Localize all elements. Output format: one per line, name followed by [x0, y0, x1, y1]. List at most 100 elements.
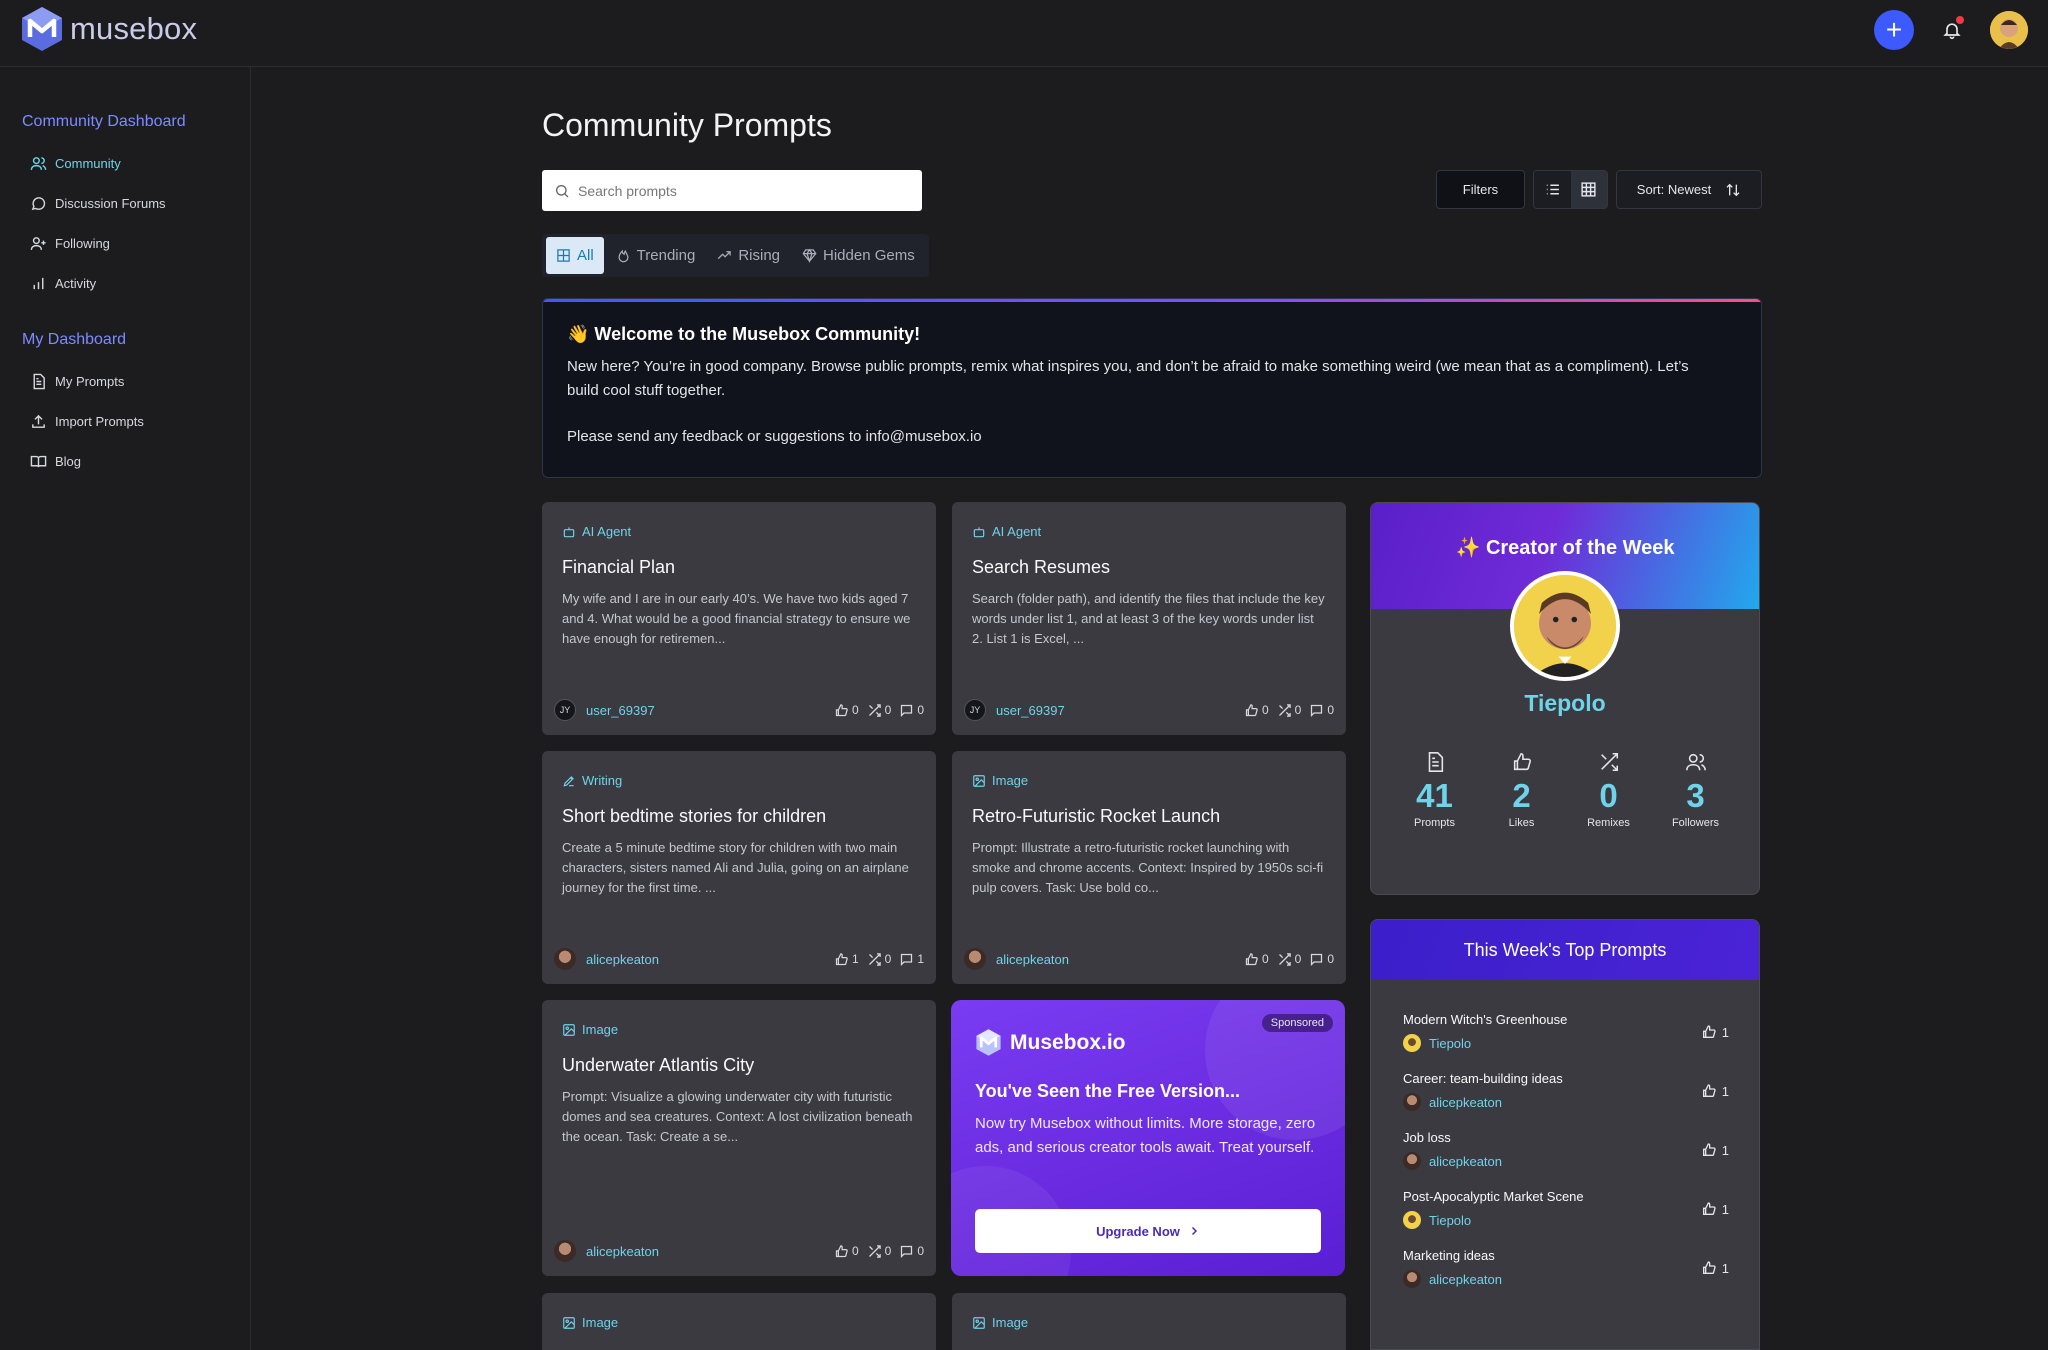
author-avatar: [964, 948, 986, 970]
creator-name[interactable]: Tiepolo: [1371, 690, 1759, 717]
creator-avatar-image: [1514, 575, 1616, 677]
sidebar: Community Dashboard Community Discussion…: [0, 67, 251, 1350]
author-name[interactable]: alicepkeaton: [586, 1244, 826, 1259]
sidebar-item-activity[interactable]: Activity: [0, 263, 250, 303]
card-title[interactable]: Retro-Futuristic Rocket Launch: [972, 806, 1220, 827]
top-prompt-author[interactable]: alicepkeaton: [1403, 1093, 1729, 1111]
comment-count[interactable]: 0: [899, 1244, 924, 1259]
creator-avatar[interactable]: [1510, 571, 1620, 681]
prompt-card[interactable]: Image Retro-Futuristic Rocket Launch Pro…: [952, 751, 1346, 984]
card-category-label: Image: [992, 1315, 1029, 1330]
thumbs-up-icon: [1245, 952, 1258, 965]
like-count[interactable]: 0: [1244, 703, 1269, 718]
like-count[interactable]: 0: [1244, 952, 1269, 967]
comment-count[interactable]: 0: [1309, 703, 1334, 718]
stat-value: 2: [1512, 777, 1531, 814]
creator-stat-likes: 2 Likes: [1482, 751, 1562, 829]
prompt-card[interactable]: Image: [952, 1293, 1346, 1350]
like-count[interactable]: 1: [834, 952, 859, 967]
top-prompt-likes: 1: [1701, 1260, 1729, 1276]
card-category: Image: [562, 1022, 618, 1037]
prompt-card[interactable]: Image Underwater Atlantis City Prompt: V…: [542, 1000, 936, 1276]
card-title[interactable]: Underwater Atlantis City: [562, 1055, 754, 1076]
notifications-button[interactable]: [1936, 14, 1968, 46]
top-prompt-item[interactable]: Career: team-building ideas alicepkeaton…: [1403, 1071, 1729, 1117]
bar-chart-icon: [33, 277, 44, 289]
app-logo[interactable]: musebox: [20, 4, 197, 54]
author-name[interactable]: alicepkeaton: [586, 952, 826, 967]
remix-count[interactable]: 0: [867, 1244, 891, 1259]
top-prompt-item[interactable]: Post-Apocalyptic Market Scene Tiepolo 1: [1403, 1189, 1729, 1235]
tab-all[interactable]: All: [546, 237, 604, 274]
tab-trending[interactable]: Trending: [606, 237, 706, 274]
sort-button[interactable]: Sort: Newest: [1616, 170, 1762, 209]
prompt-card[interactable]: AI Agent Search Resumes Search (folder p…: [952, 502, 1346, 735]
search-input[interactable]: [578, 182, 878, 199]
tab-hidden-gems[interactable]: Hidden Gems: [792, 237, 925, 274]
sidebar-item-blog[interactable]: Blog: [0, 441, 250, 481]
sidebar-item-my-prompts[interactable]: My Prompts: [0, 361, 250, 401]
sidebar-item-discussion-forums[interactable]: Discussion Forums: [0, 183, 250, 223]
card-title[interactable]: Short bedtime stories for children: [562, 806, 826, 827]
remix-count[interactable]: 0: [1277, 952, 1301, 967]
tab-rising[interactable]: Rising: [707, 237, 790, 274]
card-title[interactable]: Search Resumes: [972, 557, 1110, 578]
sidebar-item-import-prompts[interactable]: Import Prompts: [0, 401, 250, 441]
top-prompt-title[interactable]: Post-Apocalyptic Market Scene: [1403, 1189, 1729, 1204]
thumbs-up-icon: [1702, 1143, 1716, 1156]
grid-view-button[interactable]: [1570, 171, 1607, 208]
remix-count[interactable]: 0: [867, 703, 891, 718]
author-name[interactable]: user_69397: [586, 703, 826, 718]
tab-label: Rising: [738, 247, 781, 264]
top-prompt-title[interactable]: Job loss: [1403, 1130, 1729, 1145]
author-name[interactable]: alicepkeaton: [996, 952, 1236, 967]
notification-dot: [1956, 16, 1964, 24]
top-prompt-author[interactable]: alicepkeaton: [1403, 1152, 1729, 1170]
remix-count[interactable]: 0: [1277, 703, 1302, 718]
sort-label: Sort: Newest: [1636, 182, 1712, 197]
card-category-label: Image: [582, 1022, 619, 1037]
prompt-card[interactable]: Image: [542, 1293, 936, 1350]
top-prompt-item[interactable]: Modern Witch's Greenhouse Tiepolo 1: [1403, 1012, 1729, 1058]
like-count[interactable]: 0: [834, 1244, 859, 1259]
top-prompt-item[interactable]: Job loss alicepkeaton 1: [1403, 1130, 1729, 1176]
shuffle-icon: [868, 952, 881, 966]
comment-count[interactable]: 0: [1309, 952, 1334, 967]
card-footer: JY user_69397 0 0 0: [554, 699, 924, 721]
remix-count[interactable]: 0: [867, 952, 891, 967]
author-avatar: [1403, 1270, 1421, 1288]
tab-label: Hidden Gems: [823, 247, 915, 264]
author-avatar: JY: [964, 699, 986, 721]
top-prompt-title[interactable]: Marketing ideas: [1403, 1248, 1729, 1263]
search-icon: [556, 184, 569, 197]
tab-label: All: [577, 247, 594, 264]
like-value: 1: [1721, 1201, 1729, 1217]
author-name[interactable]: user_69397: [996, 703, 1236, 718]
remix-value: 0: [1294, 703, 1302, 717]
like-count[interactable]: 0: [834, 703, 859, 718]
search-box[interactable]: [542, 170, 922, 211]
comment-count[interactable]: 1: [899, 952, 924, 967]
top-prompt-title[interactable]: Modern Witch's Greenhouse: [1403, 1012, 1729, 1027]
top-prompt-item[interactable]: Marketing ideas alicepkeaton 1: [1403, 1248, 1729, 1294]
prompt-card[interactable]: AI Agent Financial Plan My wife and I ar…: [542, 502, 936, 735]
sidebar-item-label: Activity: [55, 275, 97, 291]
list-view-button[interactable]: [1534, 171, 1571, 208]
upgrade-label: Upgrade Now: [1096, 1223, 1180, 1239]
sidebar-item-community[interactable]: Community: [0, 143, 250, 183]
comment-count[interactable]: 0: [899, 703, 924, 718]
stat-label: Likes: [1508, 817, 1535, 829]
top-prompt-author[interactable]: Tiepolo: [1403, 1034, 1729, 1052]
top-prompt-title[interactable]: Career: team-building ideas: [1403, 1071, 1729, 1086]
sidebar-heading-community: Community Dashboard: [22, 113, 186, 130]
sidebar-item-following[interactable]: Following: [0, 223, 250, 263]
top-prompt-author[interactable]: Tiepolo: [1403, 1211, 1729, 1229]
user-avatar[interactable]: [1990, 11, 2028, 49]
upgrade-now-button[interactable]: Upgrade Now: [975, 1209, 1321, 1253]
card-description: Create a 5 minute bedtime story for chil…: [562, 840, 909, 895]
filters-button[interactable]: Filters: [1436, 170, 1525, 209]
card-title[interactable]: Financial Plan: [562, 557, 675, 578]
top-prompt-author[interactable]: alicepkeaton: [1403, 1270, 1729, 1288]
prompt-card[interactable]: Writing Short bedtime stories for childr…: [542, 751, 936, 984]
create-button[interactable]: +: [1874, 10, 1914, 50]
